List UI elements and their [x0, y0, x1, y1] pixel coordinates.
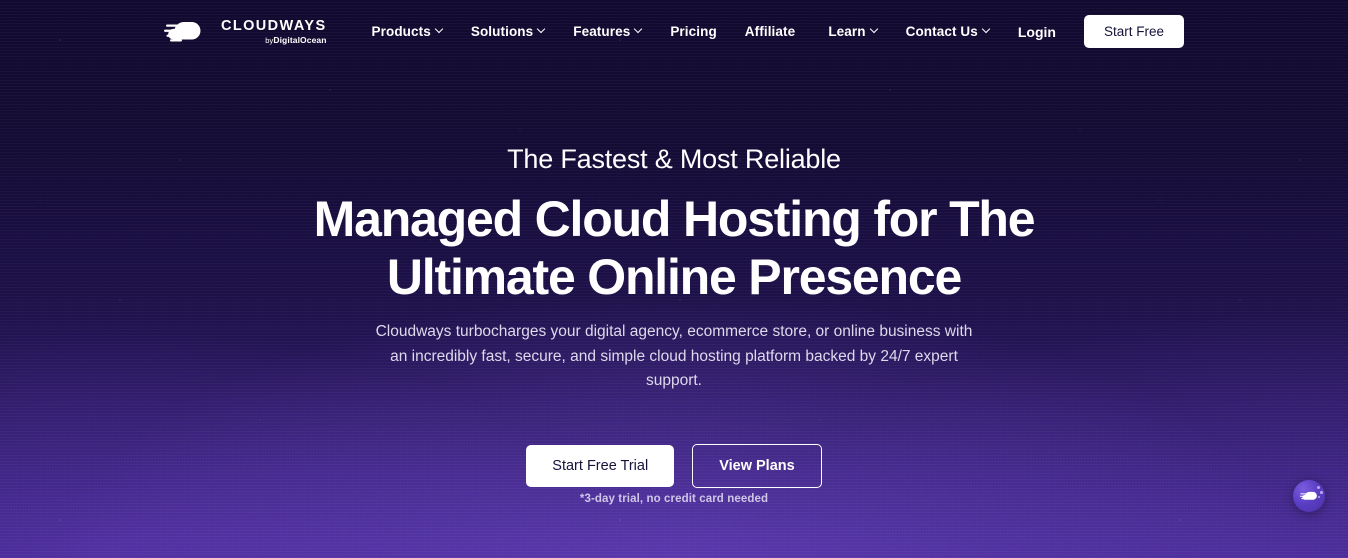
hero-eyebrow: The Fastest & Most Reliable	[507, 144, 841, 174]
nav-item-learn-label: Learn	[828, 24, 866, 39]
hero-cta-row: Start Free Trial View Plans	[0, 444, 1348, 488]
login-link[interactable]: Login	[1018, 24, 1056, 40]
page-title: Managed Cloud Hosting for The Ultimate O…	[264, 190, 1084, 306]
nav-item-pricing-label: Pricing	[670, 24, 717, 39]
start-free-trial-button[interactable]: Start Free Trial	[526, 445, 675, 487]
chevron-down-icon	[538, 26, 545, 33]
nav-item-solutions[interactable]: Solutions	[471, 24, 545, 39]
chat-sparkle-dot	[1317, 496, 1320, 498]
nav-item-features[interactable]: Features	[573, 24, 642, 39]
nav-item-products[interactable]: Products	[372, 24, 443, 39]
nav-item-solutions-label: Solutions	[470, 24, 534, 39]
nav-item-affiliate-label: Affiliate	[744, 24, 796, 39]
nav-item-contact-us[interactable]: Contact Us	[906, 24, 990, 39]
trial-disclaimer: *3-day trial, no credit card needed	[579, 493, 769, 505]
nav-item-contact-us-label: Contact Us	[905, 24, 978, 39]
hero-description: Cloudways turbocharges your digital agen…	[375, 323, 973, 389]
nav-item-features-label: Features	[573, 24, 631, 39]
hero-section: The Fastest & Most Reliable Managed Clou…	[0, 0, 1348, 558]
brand-subtitle: byDigitalOcean	[221, 36, 327, 45]
site-header: CLOUDWAYS byDigitalOcean Products Soluti…	[0, 0, 1348, 63]
nav-item-affiliate[interactable]: Affiliate	[745, 24, 795, 39]
brand-logo[interactable]: CLOUDWAYS byDigitalOcean	[164, 17, 327, 47]
speeding-cloud-logo-icon	[164, 17, 212, 47]
main-navigation: Products Solutions Features Pricing Affi…	[372, 24, 796, 39]
view-plans-button[interactable]: View Plans	[692, 444, 822, 488]
chat-sparkle-dot	[1320, 491, 1323, 494]
nav-item-products-label: Products	[371, 24, 431, 39]
chevron-down-icon	[871, 26, 878, 33]
hero-title-line-1: Managed Cloud Hosting for The	[313, 191, 1036, 247]
brand-sub-name: DigitalOcean	[273, 34, 327, 45]
start-free-button[interactable]: Start Free	[1083, 15, 1184, 48]
chevron-down-icon	[635, 26, 642, 33]
cloud-chat-bubble-icon[interactable]	[1293, 480, 1325, 512]
utility-navigation: Learn Contact Us Login Start Free	[828, 15, 1184, 48]
nav-item-learn[interactable]: Learn	[828, 24, 877, 39]
brand-name: CLOUDWAYS	[221, 17, 327, 34]
chevron-down-icon	[983, 26, 990, 33]
hero-title-line-2: Ultimate Online Presence	[386, 249, 962, 305]
nav-item-pricing[interactable]: Pricing	[670, 24, 716, 39]
chat-sparkle-dot	[1317, 486, 1320, 489]
chevron-down-icon	[436, 26, 443, 33]
